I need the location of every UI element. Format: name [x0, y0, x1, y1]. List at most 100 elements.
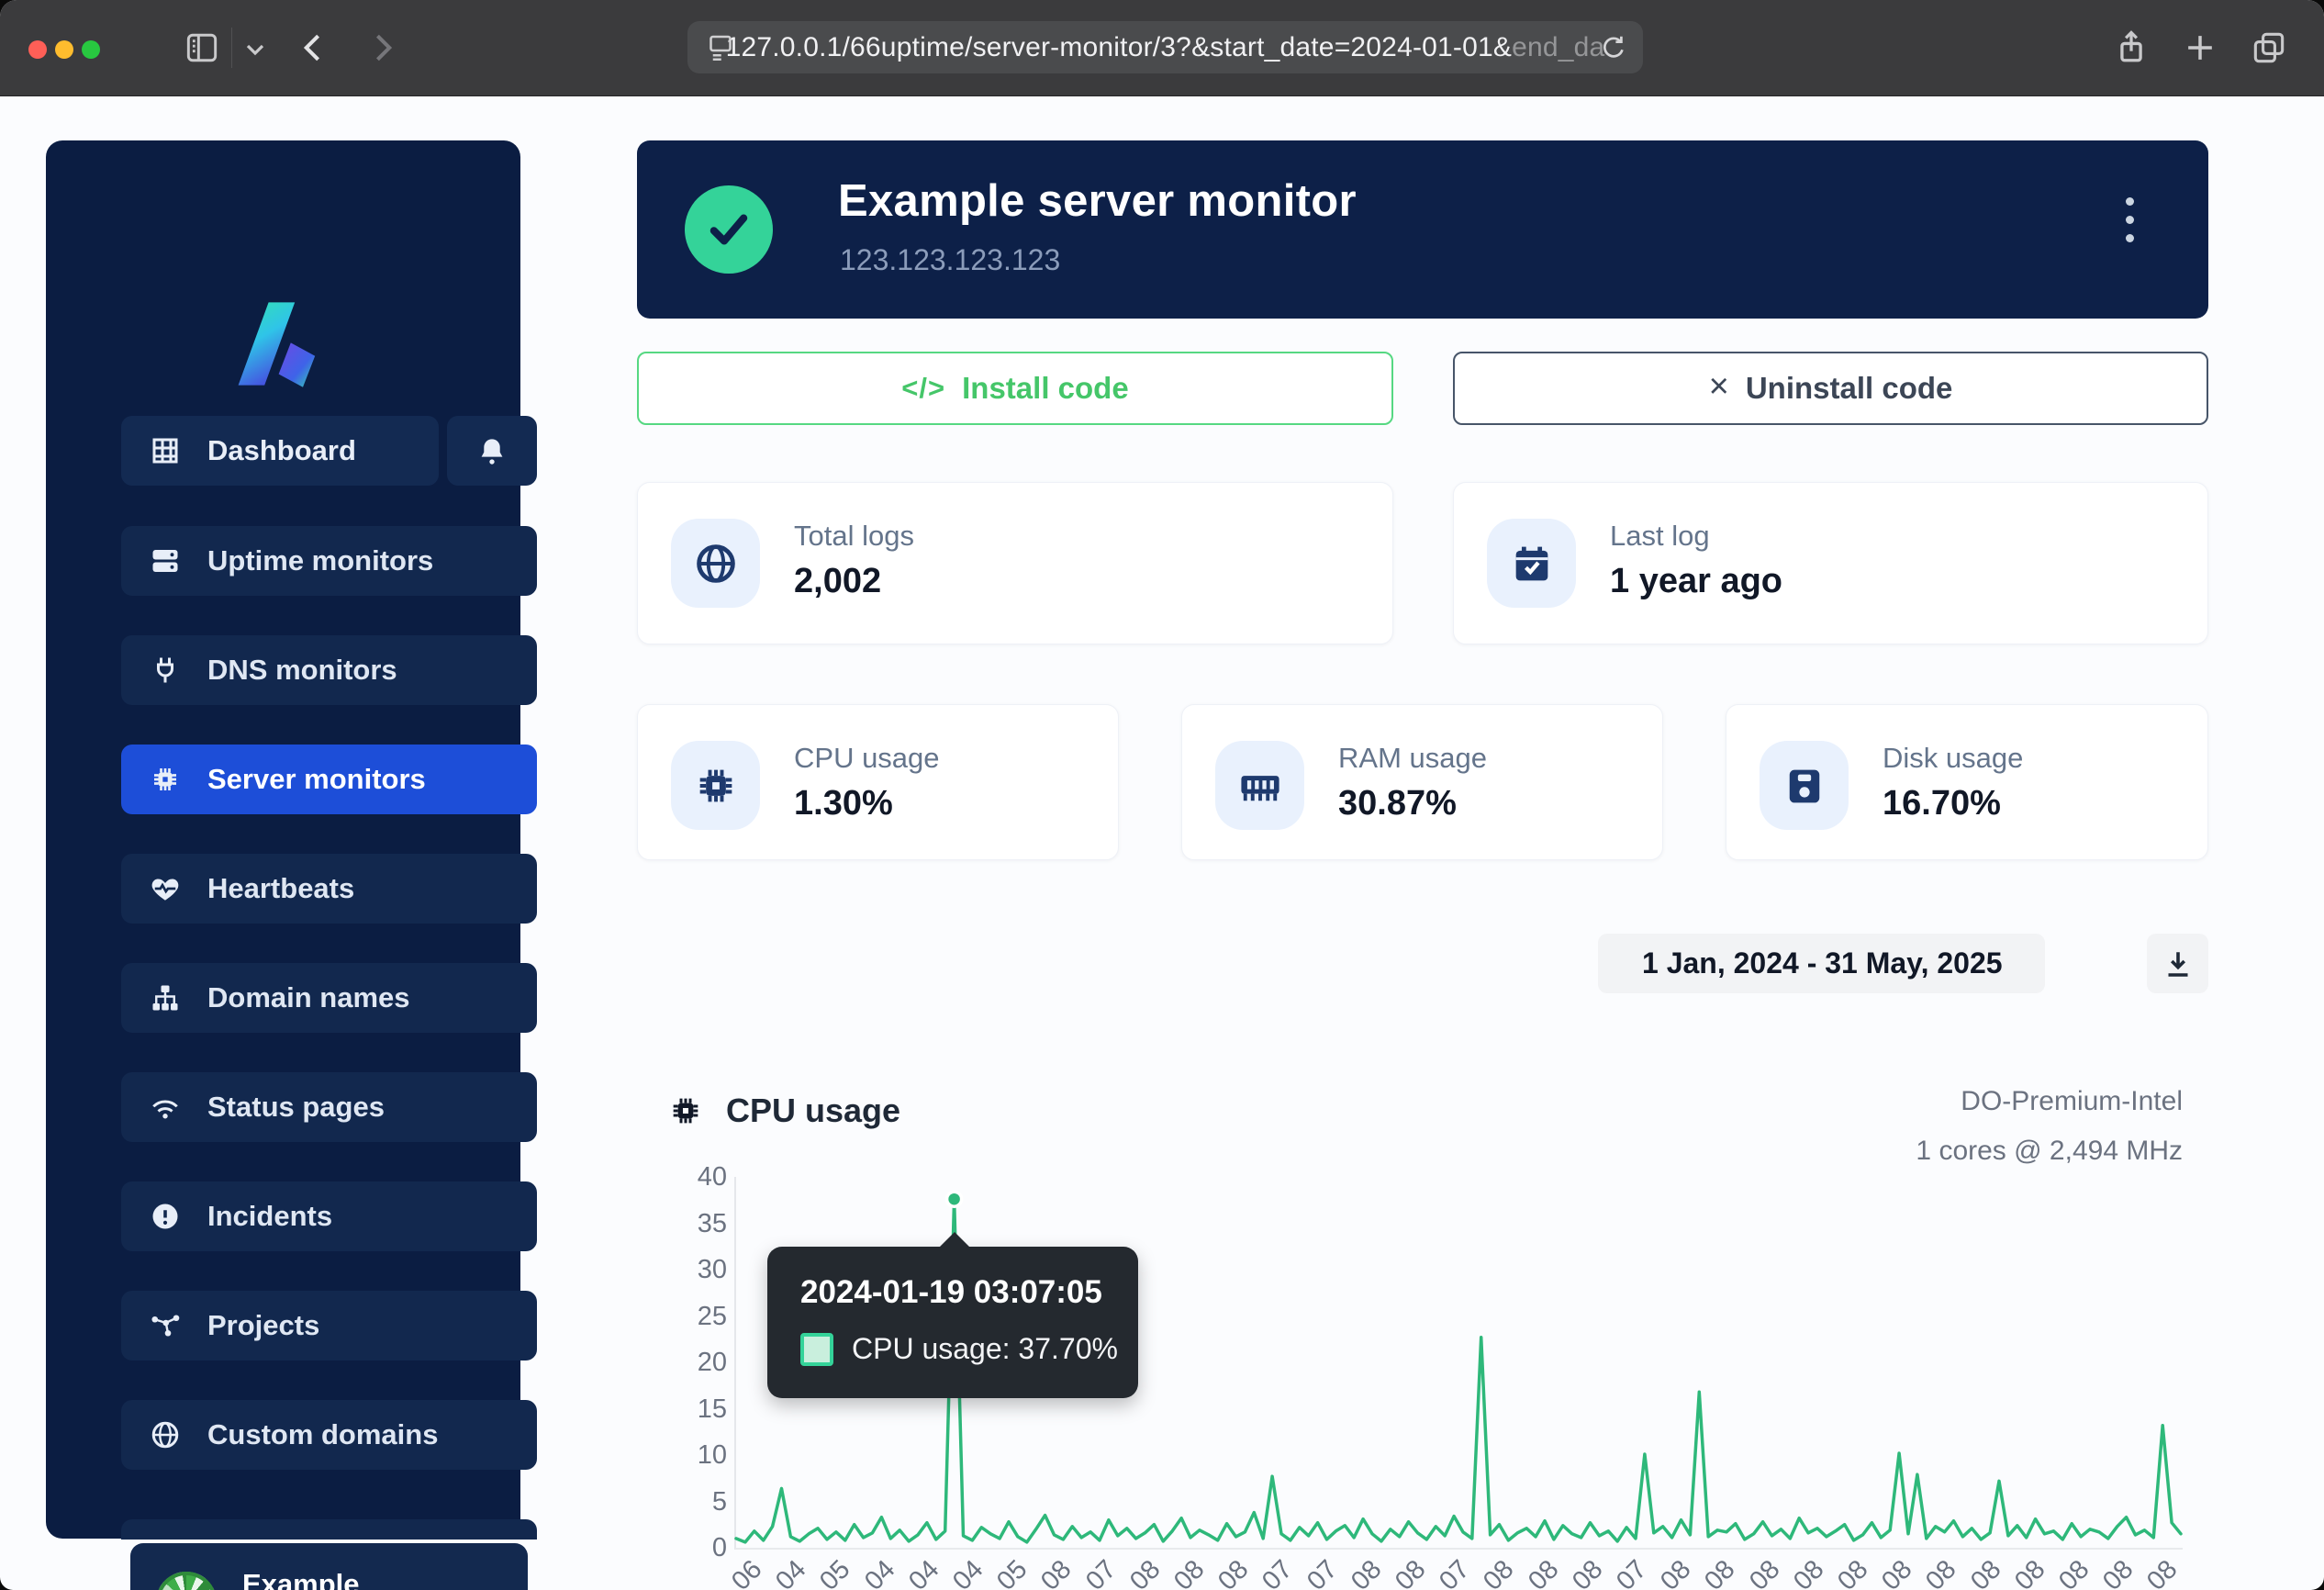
user-card[interactable]: Example sample@example.com: [130, 1543, 528, 1590]
share-icon[interactable]: [2111, 28, 2151, 68]
sidebar-item-incidents[interactable]: Incidents: [121, 1181, 537, 1251]
sidebar-item-uptime-monitors[interactable]: Uptime monitors: [121, 526, 537, 596]
new-tab-icon[interactable]: [2180, 28, 2220, 68]
avatar: [156, 1572, 217, 1590]
cpu-icon: [671, 741, 760, 830]
browser-window: 127.0.0.1/66uptime/server-monitor/3?&sta…: [0, 0, 2324, 1590]
tab-overview-icon[interactable]: [2249, 28, 2289, 68]
sidebar-item-heartbeats[interactable]: Heartbeats: [121, 854, 537, 924]
y-axis-tick: 25: [637, 1302, 727, 1332]
y-axis-tick: 20: [637, 1348, 727, 1378]
share-nodes-icon: [149, 1309, 182, 1342]
sidebar-item-partial[interactable]: [121, 1519, 537, 1540]
stat-value: 1 year ago: [1610, 562, 1782, 601]
sidebar-item-custom-domains[interactable]: Custom domains: [121, 1400, 537, 1470]
wifi-icon: [149, 1091, 182, 1124]
y-axis-tick: 5: [637, 1487, 727, 1517]
exclamation-circle-icon: [149, 1200, 182, 1233]
reload-icon[interactable]: [1597, 31, 1630, 64]
x-axis-tick: 08: [1876, 1554, 1918, 1590]
date-range-picker[interactable]: 1 Jan, 2024 - 31 May, 2025: [1598, 934, 2045, 993]
stat-label: RAM usage: [1338, 742, 1487, 775]
bell-icon: [475, 433, 509, 468]
x-axis-tick: 08: [1478, 1554, 1520, 1590]
sidebar-item-status-pages[interactable]: Status pages: [121, 1072, 537, 1142]
stat-card-cpu: CPU usage 1.30%: [637, 704, 1119, 860]
x-axis-tick: 04: [947, 1554, 989, 1590]
x-axis-tick: 05: [814, 1554, 856, 1590]
sidebar-item-dns-monitors[interactable]: DNS monitors: [121, 635, 537, 705]
back-icon[interactable]: [294, 28, 334, 68]
main-content: Example server monitor 123.123.123.123 <…: [637, 140, 2208, 319]
tooltip-datetime: 2024-01-19 03:07:05: [800, 1274, 1102, 1311]
data-point-marker: [947, 1192, 962, 1206]
sidebar-item-domain-names[interactable]: Domain names: [121, 963, 537, 1033]
disk-icon: [1760, 741, 1849, 830]
minimize-window-button[interactable]: [55, 40, 73, 59]
kebab-menu-icon[interactable]: [2124, 197, 2135, 262]
y-axis-tick: 30: [637, 1255, 727, 1285]
sidebar-nav: Uptime monitors DNS monitors Server moni…: [121, 526, 537, 1470]
sidebar-item-dashboard[interactable]: Dashboard: [121, 416, 439, 486]
sidebar-item-server-monitors[interactable]: Server monitors: [121, 745, 537, 814]
stat-value: 16.70%: [1883, 784, 2001, 823]
x-axis-tick: 08: [2009, 1554, 2051, 1590]
x-axis-tick: 08: [1567, 1554, 1609, 1590]
x-axis-tick: 07: [1080, 1554, 1123, 1590]
x-axis-tick: 07: [1434, 1554, 1476, 1590]
x-axis-tick: 08: [1744, 1554, 1786, 1590]
browser-chrome: 127.0.0.1/66uptime/server-monitor/3?&sta…: [0, 0, 2324, 96]
download-report-button[interactable]: [2147, 934, 2208, 993]
x-axis-tick: 07: [1257, 1554, 1299, 1590]
sidebar: Dashboard Uptime monitors DNS monitors: [46, 140, 520, 1539]
y-axis-tick: 40: [637, 1162, 727, 1192]
stat-label: CPU usage: [794, 742, 940, 775]
monitor-ip: 123.123.123.123: [840, 243, 1060, 277]
stat-value: 1.30%: [794, 784, 893, 823]
calendar-check-icon: [1487, 519, 1576, 608]
x-axis-tick: 05: [991, 1554, 1034, 1590]
series-swatch: [800, 1333, 833, 1366]
sidebar-item-label: DNS monitors: [207, 654, 397, 687]
y-axis-tick: 15: [637, 1394, 727, 1425]
sidebar-item-label: Projects: [207, 1309, 319, 1342]
x-axis-tick: 07: [1302, 1554, 1344, 1590]
install-code-button[interactable]: </> Install code: [637, 352, 1393, 425]
sidebar-item-label: Status pages: [207, 1091, 385, 1124]
stat-label: Last log: [1610, 520, 1710, 553]
chip-icon: [667, 1092, 704, 1129]
x-axis-tick: 08: [1965, 1554, 2007, 1590]
x-icon: ×: [1709, 367, 1729, 407]
sidebar-toggle-icon[interactable]: [182, 28, 222, 68]
x-axis-tick: 08: [1390, 1554, 1432, 1590]
address-bar[interactable]: 127.0.0.1/66uptime/server-monitor/3?&sta…: [687, 21, 1643, 73]
zoom-window-button[interactable]: [82, 40, 100, 59]
stat-label: Total logs: [794, 520, 914, 553]
stat-label: Disk usage: [1883, 742, 2023, 775]
close-window-button[interactable]: [28, 40, 47, 59]
page-icon: [704, 31, 737, 64]
x-axis-tick: 08: [1920, 1554, 1962, 1590]
ram-icon: [1215, 741, 1304, 830]
download-icon: [2162, 947, 2195, 980]
x-axis-tick: 08: [1168, 1554, 1211, 1590]
chevron-down-icon[interactable]: [240, 35, 270, 64]
install-code-label: Install code: [962, 371, 1129, 406]
server-stack-icon: [149, 544, 182, 577]
x-axis-tick: 08: [1035, 1554, 1078, 1590]
heart-pulse-icon: [149, 872, 182, 905]
y-axis-tick: 35: [637, 1209, 727, 1239]
x-axis-tick: 08: [2141, 1554, 2184, 1590]
notifications-button[interactable]: [447, 416, 537, 486]
date-range-value: 1 Jan, 2024 - 31 May, 2025: [1642, 946, 2003, 980]
sidebar-item-projects[interactable]: Projects: [121, 1291, 537, 1360]
y-axis-tick: 0: [637, 1533, 727, 1563]
forward-icon[interactable]: [362, 28, 402, 68]
x-axis-tick: 04: [903, 1554, 945, 1590]
x-axis-tick: 08: [1699, 1554, 1741, 1590]
sitemap-icon: [149, 981, 182, 1014]
uninstall-code-button[interactable]: × Uninstall code: [1453, 352, 2208, 425]
tooltip-arrow: [938, 1232, 971, 1248]
server-name: DO-Premium-Intel: [1916, 1086, 2183, 1117]
x-axis-tick: 08: [1655, 1554, 1697, 1590]
